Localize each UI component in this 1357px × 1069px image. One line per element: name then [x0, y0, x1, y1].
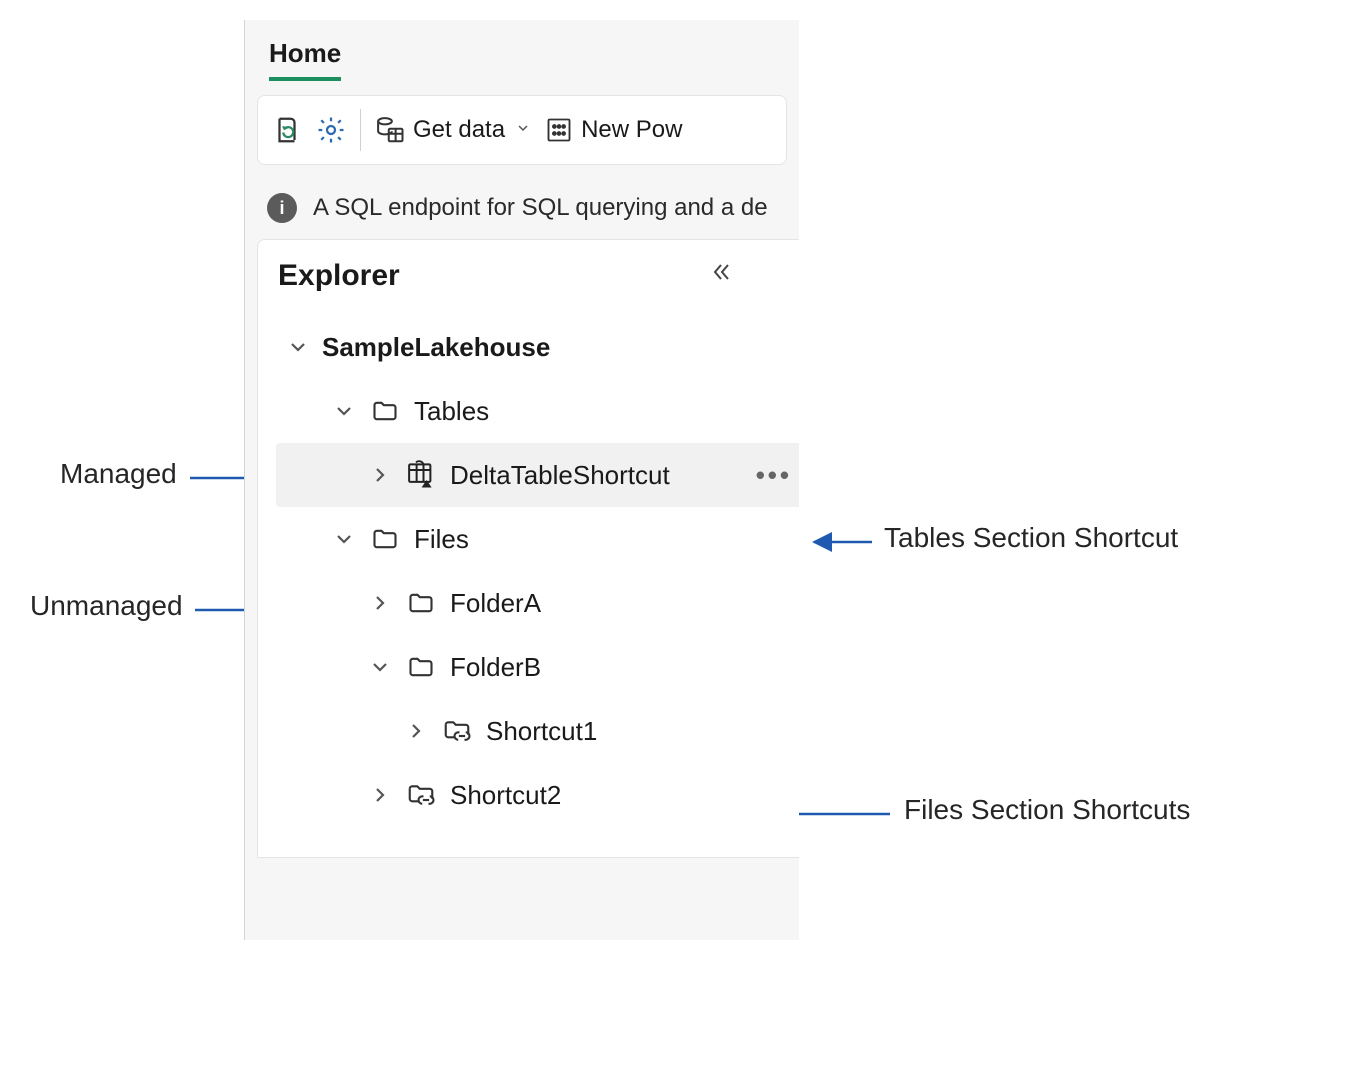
chevron-down-icon: [513, 120, 531, 141]
tree-node-label: Shortcut2: [450, 780, 561, 811]
chevron-right-icon: [368, 463, 392, 487]
folder-icon: [404, 653, 438, 681]
app-panel: Home: [244, 20, 799, 940]
tree-node-shortcut2[interactable]: Shortcut2: [276, 763, 799, 827]
more-options-button[interactable]: •••: [756, 460, 792, 491]
annotation-managed: Managed: [60, 458, 177, 490]
tree-node-folder-a[interactable]: FolderA: [276, 571, 799, 635]
new-pow-label: New Pow: [581, 116, 682, 144]
toolbar: Get data New Pow: [257, 95, 787, 165]
explorer-panel: Explorer SampleLakehouse: [257, 239, 799, 858]
tree-node-label: DeltaTableShortcut: [450, 460, 670, 491]
tree-node-files[interactable]: Files: [276, 507, 799, 571]
collapse-pane-button[interactable]: [700, 256, 740, 295]
database-table-icon: [375, 115, 405, 145]
tree-node-label: FolderB: [450, 652, 541, 683]
get-data-label: Get data: [413, 116, 505, 144]
chevron-right-icon: [404, 719, 428, 743]
tab-home[interactable]: Home: [269, 38, 341, 81]
tree-node-shortcut1[interactable]: Shortcut1: [276, 699, 799, 763]
explorer-title: Explorer: [278, 259, 400, 293]
annotation-tables-section: Tables Section Shortcut: [884, 522, 1178, 554]
explorer-tree: SampleLakehouse Tables: [258, 311, 799, 827]
info-text: A SQL endpoint for SQL querying and a de: [313, 194, 768, 222]
tree-node-tables[interactable]: Tables: [276, 379, 799, 443]
folder-icon: [368, 397, 402, 425]
annotation-files-section: Files Section Shortcuts: [904, 794, 1190, 826]
ribbon-tabs: Home: [245, 20, 799, 81]
info-banner: i A SQL endpoint for SQL querying and a …: [245, 175, 799, 233]
folder-shortcut-icon: [404, 780, 438, 810]
tree-node-label: Files: [414, 524, 469, 555]
gear-icon[interactable]: [316, 115, 346, 145]
folder-shortcut-icon: [440, 716, 474, 746]
chevron-down-icon: [332, 527, 356, 551]
folder-icon: [368, 525, 402, 553]
tree-node-lakehouse[interactable]: SampleLakehouse: [276, 315, 799, 379]
new-pow-button[interactable]: New Pow: [545, 116, 682, 144]
table-shortcut-icon: [404, 460, 438, 490]
annotation-unmanaged: Unmanaged: [30, 590, 183, 622]
refresh-icon[interactable]: [272, 115, 302, 145]
grid-dots-icon: [545, 116, 573, 144]
tree-node-folder-b[interactable]: FolderB: [276, 635, 799, 699]
arrow-tables-section: [810, 540, 876, 544]
chevron-right-icon: [368, 591, 392, 615]
chevron-down-icon: [368, 655, 392, 679]
chevron-down-icon: [332, 399, 356, 423]
toolbar-divider: [360, 109, 361, 151]
chevron-down-icon: [286, 335, 310, 359]
chevron-right-icon: [368, 783, 392, 807]
folder-icon: [404, 589, 438, 617]
get-data-button[interactable]: Get data: [375, 115, 531, 145]
tree-node-label: FolderA: [450, 588, 541, 619]
tree-node-label: Shortcut1: [486, 716, 597, 747]
tree-node-delta-shortcut[interactable]: DeltaTableShortcut •••: [276, 443, 799, 507]
tree-node-label: SampleLakehouse: [322, 332, 550, 363]
info-icon: i: [267, 193, 297, 223]
tree-node-label: Tables: [414, 396, 489, 427]
